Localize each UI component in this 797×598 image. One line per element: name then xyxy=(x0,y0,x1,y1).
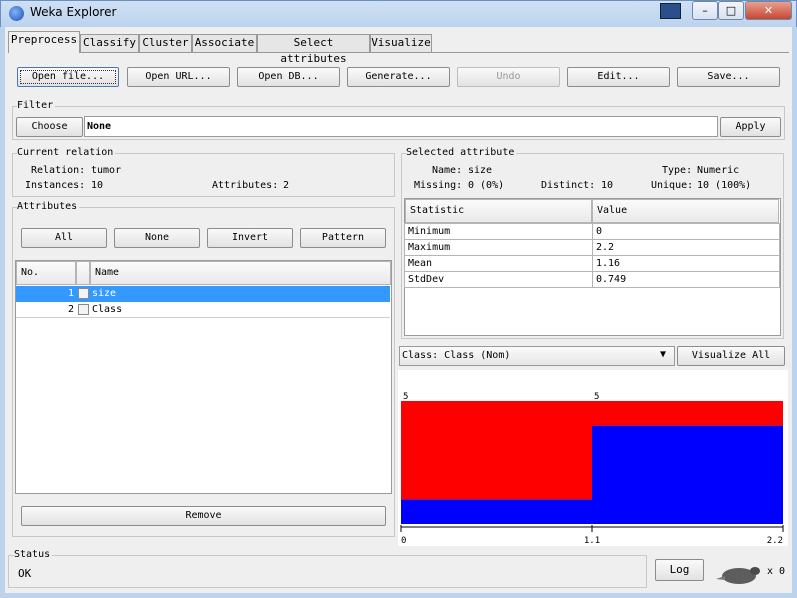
display-icon[interactable] xyxy=(660,3,681,19)
statistic-value: 2.2 xyxy=(592,239,780,256)
column-header-name[interactable]: Name xyxy=(90,261,391,285)
attribute-name: Class xyxy=(92,304,123,315)
status-panel xyxy=(8,555,647,588)
tab-preprocess[interactable]: Preprocess xyxy=(8,31,80,53)
tab-visualize[interactable]: Visualize xyxy=(370,34,432,52)
distinct-label: Distinct: xyxy=(541,180,596,191)
attribute-no: 1 xyxy=(67,288,74,299)
attribute-name: size xyxy=(92,288,117,299)
tab-cluster[interactable]: Cluster xyxy=(139,34,192,52)
table-row[interactable]: Mean 1.16 xyxy=(404,255,780,272)
edit-button[interactable]: Edit... xyxy=(567,67,670,87)
choose-filter-button[interactable]: Choose xyxy=(16,117,83,137)
unique-label: Unique: xyxy=(651,180,694,191)
filter-title: Filter xyxy=(17,100,56,111)
name-value: size xyxy=(468,165,493,176)
tab-divider xyxy=(8,52,789,53)
log-button[interactable]: Log xyxy=(655,559,704,581)
type-label: Type: xyxy=(662,165,693,176)
type-value: Numeric xyxy=(697,165,740,176)
undo-button[interactable]: Undo xyxy=(457,67,560,87)
select-all-button[interactable]: All xyxy=(21,228,107,248)
table-row[interactable]: Maximum 2.2 xyxy=(404,239,780,256)
name-label: Name: xyxy=(432,165,463,176)
histogram-x-tick-label: 2.2 xyxy=(767,536,783,546)
histogram-count-label: 5 xyxy=(403,392,408,402)
instances-label: Instances: xyxy=(25,180,86,191)
histogram-x-tick-label: 1.1 xyxy=(584,536,600,546)
apply-filter-button[interactable]: Apply xyxy=(720,117,781,137)
close-button[interactable]: ✕ xyxy=(745,1,792,20)
open-url-button[interactable]: Open URL... xyxy=(127,67,230,87)
select-none-button[interactable]: None xyxy=(114,228,200,248)
statistic-value: 1.16 xyxy=(592,255,780,272)
minimize-button[interactable]: – xyxy=(692,1,718,20)
statistic-value: 0 xyxy=(592,223,780,240)
visualize-all-button[interactable]: Visualize All xyxy=(677,346,785,366)
current-relation-title: Current relation xyxy=(17,147,116,158)
chevron-down-icon[interactable]: ▼ xyxy=(660,349,666,360)
status-message: OK xyxy=(18,567,32,580)
column-header-select[interactable] xyxy=(76,261,90,285)
relation-label: Relation: xyxy=(31,165,86,176)
histogram-chart: 5 5 0 1.1 2.2 xyxy=(400,392,784,546)
relation-value: tumor xyxy=(91,165,122,176)
histogram-bar-blue xyxy=(401,499,592,524)
tab-associate[interactable]: Associate xyxy=(192,34,257,52)
pattern-button[interactable]: Pattern xyxy=(300,228,386,248)
status-title: Status xyxy=(14,549,53,560)
missing-value: 0 (0%) xyxy=(468,180,505,191)
distinct-value: 10 xyxy=(601,180,614,191)
filter-field[interactable]: None xyxy=(84,116,718,137)
histogram-bar-blue xyxy=(592,425,783,524)
attributes-count-label: Attributes: xyxy=(212,180,279,191)
statistic-name: Minimum xyxy=(404,223,593,240)
statistics-rows: Minimum 0 Maximum 2.2 Mean 1.16 StdDev 0… xyxy=(404,223,780,288)
statistic-name: Maximum xyxy=(404,239,593,256)
column-header-statistic[interactable]: Statistic xyxy=(405,199,592,223)
window-title: Weka Explorer xyxy=(30,5,117,19)
invert-selection-button[interactable]: Invert xyxy=(207,228,293,248)
histogram-count-label: 5 xyxy=(594,392,599,402)
attribute-checkbox[interactable] xyxy=(78,304,89,315)
table-row[interactable]: StdDev 0.749 xyxy=(404,271,780,288)
open-db-button[interactable]: Open DB... xyxy=(237,67,340,87)
attributes-title: Attributes xyxy=(17,201,80,212)
histogram-bar-red xyxy=(401,401,592,500)
maximize-button[interactable]: □ xyxy=(718,1,744,20)
column-header-no[interactable]: No. xyxy=(16,261,76,285)
generate-button[interactable]: Generate... xyxy=(347,67,450,87)
missing-label: Missing: xyxy=(414,180,463,191)
table-row[interactable]: Minimum 0 xyxy=(404,223,780,240)
task-count: x 0 xyxy=(767,566,786,577)
tab-classify[interactable]: Classify xyxy=(80,34,139,52)
statistic-name: StdDev xyxy=(404,271,593,288)
selected-attribute-title: Selected attribute xyxy=(406,147,517,158)
attributes-count-value: 2 xyxy=(283,180,290,191)
attribute-checkbox[interactable] xyxy=(78,288,89,299)
open-file-button[interactable]: Open file... xyxy=(17,67,119,87)
weka-bird-icon xyxy=(716,567,760,584)
weka-app-icon xyxy=(9,6,24,21)
remove-button[interactable]: Remove xyxy=(21,506,386,526)
column-header-value[interactable]: Value xyxy=(592,199,779,223)
attribute-no: 2 xyxy=(67,304,74,315)
statistic-name: Mean xyxy=(404,255,593,272)
instances-value: 10 xyxy=(91,180,104,191)
tab-select-attributes[interactable]: Select attributes xyxy=(257,34,370,65)
class-select[interactable]: Class: Class (Nom) xyxy=(399,346,675,366)
statistic-value: 0.749 xyxy=(592,271,780,288)
histogram-x-tick-label: 0 xyxy=(401,536,406,546)
histogram-bar-red xyxy=(592,401,783,426)
save-button[interactable]: Save... xyxy=(677,67,780,87)
unique-value: 10 (100%) xyxy=(697,180,752,191)
